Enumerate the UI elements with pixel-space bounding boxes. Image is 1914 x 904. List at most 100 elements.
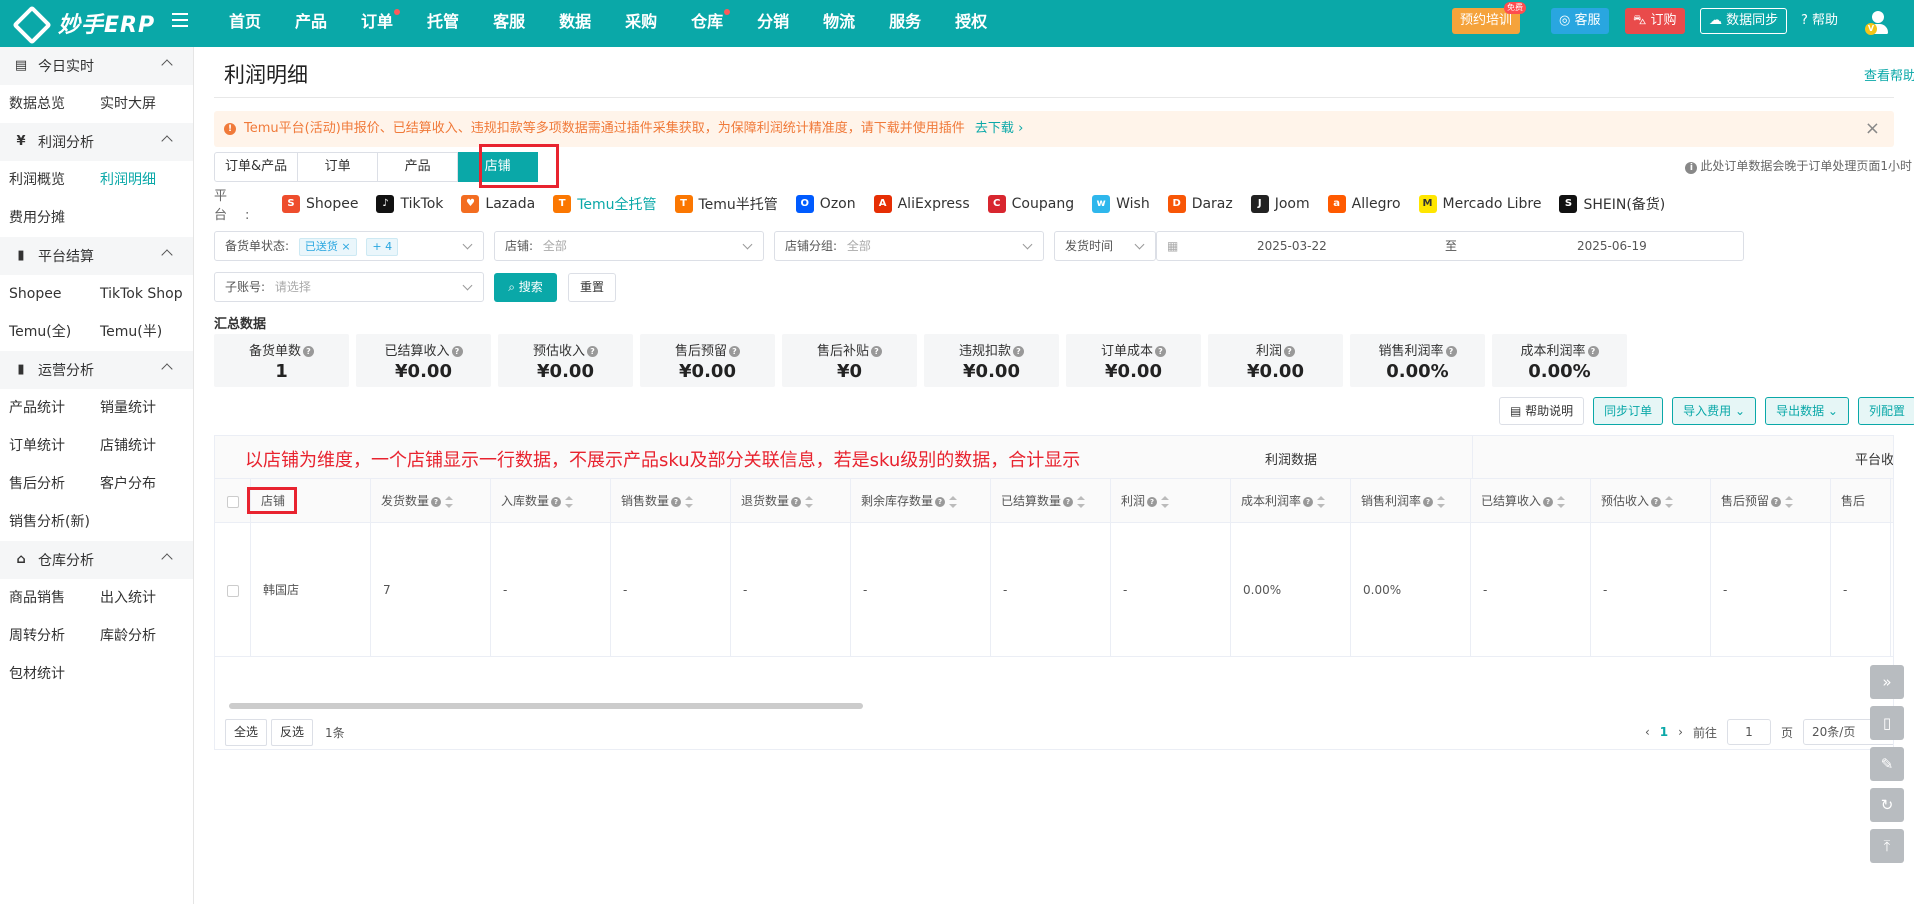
sidebar-section-header[interactable]: ⌂ 仓库分析 xyxy=(0,541,193,579)
header-checkbox[interactable] xyxy=(227,495,239,508)
date-range-picker[interactable]: ▦ 2025-03-22 至 2025-06-19 xyxy=(1156,231,1744,261)
goto-page-input[interactable]: 1 xyxy=(1726,719,1771,745)
dimension-tab[interactable]: 订单&产品 xyxy=(214,152,299,182)
help-icon[interactable]: ? xyxy=(1284,346,1295,357)
sidebar-item[interactable]: 商品销售 xyxy=(9,579,100,617)
chevron-up-icon[interactable] xyxy=(161,59,173,71)
platform-option[interactable]: C Coupang xyxy=(987,195,1074,213)
sidebar-item[interactable]: 订单统计 xyxy=(9,427,100,465)
help-icon[interactable]: ? xyxy=(451,346,463,357)
platform-option[interactable]: D Daraz xyxy=(1167,195,1233,213)
sidebar-item[interactable]: Temu(全) xyxy=(9,313,100,351)
action-button[interactable]: 同步订单 xyxy=(1593,397,1664,425)
sidebar-item[interactable]: 利润概览 xyxy=(9,161,100,199)
sidebar-item[interactable]: 周转分析 xyxy=(9,617,100,655)
column-header[interactable]: 销售利润率? xyxy=(1351,479,1471,523)
sidebar-item[interactable]: Shopee xyxy=(9,275,100,313)
nav-item[interactable]: 分销 xyxy=(740,0,806,47)
sidebar-item[interactable]: 客户分布 xyxy=(100,465,191,503)
reset-button[interactable]: 重置 xyxy=(568,273,616,302)
platform-option[interactable]: w Wish xyxy=(1092,195,1150,213)
chevron-up-icon[interactable] xyxy=(161,363,173,375)
sort-icon[interactable] xyxy=(805,495,814,508)
help-icon[interactable]: ? xyxy=(1303,496,1314,507)
nav-item[interactable]: 授权 xyxy=(938,0,1004,47)
column-header[interactable]: 退货数量? xyxy=(731,479,851,523)
current-page[interactable]: 1 xyxy=(1660,725,1668,739)
data-sync-button[interactable]: ☁ 数据同步 xyxy=(1700,8,1788,34)
sort-icon[interactable] xyxy=(1665,495,1674,508)
platform-option[interactable]: a Allegro xyxy=(1327,195,1401,213)
help-icon[interactable]: ? xyxy=(729,346,740,357)
column-header[interactable]: 预估收入? xyxy=(1591,479,1711,523)
order-button[interactable]: ⛍ 订购 xyxy=(1625,8,1685,34)
help-icon[interactable]: ? xyxy=(551,496,562,507)
nav-item[interactable]: 订单 xyxy=(344,0,410,47)
platform-option[interactable]: M Mercado Libre xyxy=(1418,195,1541,213)
nav-item[interactable]: 数据 xyxy=(542,0,608,47)
help-icon[interactable]: ? xyxy=(303,346,314,357)
nav-item[interactable]: 物流 xyxy=(806,0,872,47)
column-header[interactable]: 已结算数量? xyxy=(991,479,1111,523)
close-icon[interactable]: × xyxy=(1865,111,1880,147)
prev-page-icon[interactable]: ‹ xyxy=(1645,725,1650,739)
platform-option[interactable]: ♥ Lazada xyxy=(461,195,535,213)
column-header[interactable]: 销售数量? xyxy=(611,479,731,523)
search-button[interactable]: ⌕ 搜索 xyxy=(494,273,557,302)
chevron-up-icon[interactable] xyxy=(161,553,173,565)
expand-icon[interactable]: » xyxy=(1870,665,1904,699)
dimension-tab[interactable]: 订单 xyxy=(298,152,379,182)
store-group-select[interactable]: 店铺分组: 全部 xyxy=(774,231,1044,261)
sidebar-item[interactable]: 包材统计 xyxy=(9,655,100,693)
refresh-icon[interactable]: ↻ xyxy=(1870,788,1904,822)
column-header[interactable]: 利润? xyxy=(1111,479,1231,523)
column-header[interactable]: 入库数量? xyxy=(491,479,611,523)
sidebar-item[interactable]: 利润明细 xyxy=(100,161,191,199)
subaccount-select[interactable]: 子账号: 请选择 xyxy=(214,272,484,302)
sort-icon[interactable] xyxy=(949,495,958,508)
sidebar-item[interactable]: 实时大屏 xyxy=(100,85,191,123)
column-header[interactable]: 剩余库存数量? xyxy=(851,479,991,523)
platform-option[interactable]: T Temu全托管 xyxy=(553,194,657,214)
table-row[interactable]: 韩国店 7- - - - - -0.00% 0.00% - - - - xyxy=(215,523,1893,657)
help-icon[interactable]: ? xyxy=(1587,346,1599,357)
column-header[interactable]: 售后 xyxy=(1831,479,1891,523)
nav-item[interactable]: 产品 xyxy=(278,0,344,47)
sidebar-section-header[interactable]: ¥ 利润分析 xyxy=(0,123,193,161)
nav-item[interactable]: 采购 xyxy=(608,0,674,47)
action-button[interactable]: 导出数据 ⌄ xyxy=(1765,397,1849,425)
nav-item[interactable]: 服务 xyxy=(872,0,938,47)
platform-option[interactable]: J Joom xyxy=(1250,195,1310,213)
column-header[interactable]: 发货数量? xyxy=(371,479,491,523)
sort-icon[interactable] xyxy=(1317,495,1326,508)
nav-item[interactable]: 首页 xyxy=(212,0,278,47)
sidebar-section-header[interactable]: ▤ 今日实时 xyxy=(0,47,193,85)
help-icon[interactable]: ? xyxy=(791,496,802,507)
sort-icon[interactable] xyxy=(1557,495,1566,508)
sidebar-item[interactable]: 售后分析 xyxy=(9,465,100,503)
help-icon[interactable]: ? xyxy=(1771,496,1782,507)
help-icon[interactable]: ? xyxy=(1651,496,1662,507)
help-icon[interactable]: ? xyxy=(1543,496,1554,507)
sort-icon[interactable] xyxy=(565,495,574,508)
view-help-link[interactable]: 查看帮助 xyxy=(1864,65,1914,84)
sort-icon[interactable] xyxy=(1785,495,1794,508)
dimension-tab[interactable]: 产品 xyxy=(378,152,459,182)
sidebar-item[interactable]: 产品统计 xyxy=(9,389,100,427)
sort-icon[interactable] xyxy=(685,495,694,508)
sidebar-item[interactable]: Temu(半) xyxy=(100,313,191,351)
horizontal-scrollbar[interactable] xyxy=(229,703,863,709)
platform-option[interactable]: T Temu半托管 xyxy=(674,194,778,214)
training-button[interactable]: 预约培训 免费 xyxy=(1452,2,1527,34)
store-select[interactable]: 店铺: 全部 xyxy=(494,231,764,261)
sort-icon[interactable] xyxy=(445,495,454,508)
customer-service-button[interactable]: ◎ 客服 xyxy=(1551,8,1609,34)
help-button[interactable]: ? 帮助 xyxy=(1801,8,1838,34)
nav-item[interactable]: 仓库 xyxy=(674,0,740,47)
sidebar-item[interactable]: 销售分析(新) xyxy=(9,503,100,541)
date-type-select[interactable]: 发货时间 xyxy=(1054,231,1156,261)
sort-icon[interactable] xyxy=(1077,495,1086,508)
sidebar-item[interactable]: 费用分摊 xyxy=(9,199,100,237)
action-button[interactable]: ▤ 帮助说明 xyxy=(1498,397,1585,425)
help-icon[interactable]: ? xyxy=(1147,496,1158,507)
